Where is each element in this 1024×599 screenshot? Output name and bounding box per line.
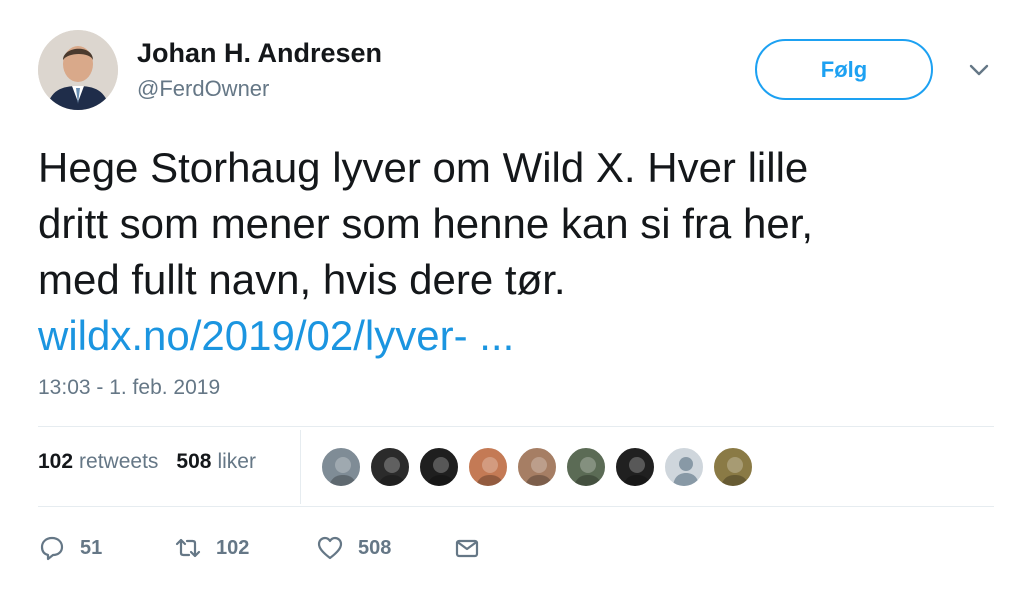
- liker-avatar-default[interactable]: [663, 446, 705, 488]
- like-button[interactable]: 508: [316, 534, 453, 562]
- likes-label[interactable]: liker: [217, 450, 256, 474]
- retweet-count: 102: [216, 536, 250, 559]
- liker-avatar-6[interactable]: [565, 446, 607, 488]
- retweet-button[interactable]: 102: [174, 534, 316, 562]
- tweet-stats: 102 retweets 508 liker: [38, 450, 274, 474]
- tweet-card: Johan H. Andresen @FerdOwner Følg Hege S…: [0, 0, 1024, 599]
- liker-avatar-3[interactable]: [418, 446, 460, 488]
- like-count: 508: [358, 536, 392, 559]
- retweets-label[interactable]: retweets: [79, 450, 158, 474]
- liker-avatars: [320, 446, 761, 488]
- divider: [38, 426, 994, 427]
- retweet-icon: [175, 538, 201, 558]
- liker-avatar-9[interactable]: [712, 446, 754, 488]
- heart-icon: [317, 536, 343, 560]
- author-avatar[interactable]: [38, 30, 118, 110]
- tweet-timestamp[interactable]: 13:03 - 1. feb. 2019: [38, 376, 220, 400]
- tweet-link[interactable]: wildx.no/2019/02/lyver- ...: [38, 308, 514, 364]
- reply-icon: [40, 536, 64, 561]
- divider: [38, 506, 994, 507]
- reply-button[interactable]: 51: [38, 534, 174, 562]
- liker-avatar-7[interactable]: [614, 446, 656, 488]
- retweets-count[interactable]: 102: [38, 450, 73, 474]
- liker-avatar-2[interactable]: [369, 446, 411, 488]
- likes-count[interactable]: 508: [176, 450, 211, 474]
- author-handle[interactable]: @FerdOwner: [137, 76, 269, 102]
- direct-message-button[interactable]: [453, 534, 481, 562]
- chevron-down-icon[interactable]: [966, 60, 992, 80]
- liker-avatar-1[interactable]: [320, 446, 362, 488]
- liker-avatar-5[interactable]: [516, 446, 558, 488]
- liker-avatar-4[interactable]: [467, 446, 509, 488]
- stats-separator: [300, 430, 301, 504]
- author-name[interactable]: Johan H. Andresen: [137, 38, 382, 69]
- tweet-actions: 51 102 508: [38, 528, 481, 568]
- envelope-icon: [455, 539, 479, 558]
- follow-button[interactable]: Følg: [755, 39, 933, 100]
- reply-count: 51: [80, 536, 103, 559]
- tweet-text: Hege Storhaug lyver om Wild X. Hver lill…: [38, 144, 814, 303]
- author-avatar-image: [38, 30, 118, 110]
